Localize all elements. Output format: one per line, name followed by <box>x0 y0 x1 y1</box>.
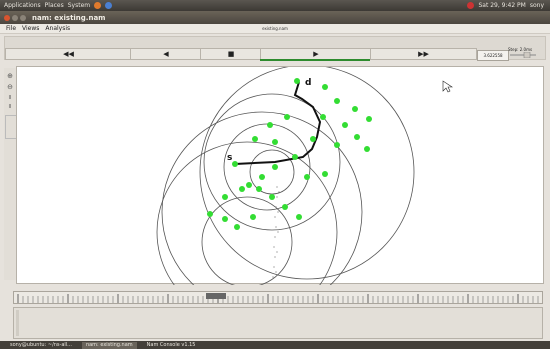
simulation-time: 3.622558 <box>477 50 509 61</box>
node <box>342 122 348 128</box>
node <box>269 194 275 200</box>
node <box>334 142 340 148</box>
node <box>272 139 278 145</box>
minimize-icon[interactable] <box>12 14 18 21</box>
task-terminal[interactable]: sony@ubuntu: ~/ns-all... <box>6 342 76 349</box>
node <box>256 186 262 192</box>
network-icon[interactable] <box>456 2 463 9</box>
task-nam-console[interactable]: Nam Console v1.15 <box>143 342 200 349</box>
task-nam-window[interactable]: nam: existing.nam <box>81 341 137 349</box>
node <box>252 136 258 142</box>
zoom-in-icon[interactable]: ⊕ <box>5 72 15 81</box>
step-control[interactable]: Step: 2.0ms <box>508 47 538 60</box>
range-circle <box>199 64 415 280</box>
zoom-out-icon[interactable]: ⊖ <box>5 83 15 92</box>
timeline-ticks <box>17 294 539 303</box>
node <box>354 134 360 140</box>
network-topology: s d <box>156 64 453 323</box>
applications-menu[interactable]: Applications <box>4 2 41 9</box>
node <box>294 78 300 84</box>
window-title: nam: existing.nam <box>32 13 106 22</box>
step-slider[interactable] <box>508 51 538 59</box>
node <box>272 164 278 170</box>
node <box>246 182 252 188</box>
node <box>352 106 358 112</box>
destination-label: d <box>305 78 311 88</box>
annotation-panel[interactable] <box>13 307 543 339</box>
step-back-button[interactable]: ◀ <box>130 48 202 60</box>
node <box>222 216 228 222</box>
maximize-icon[interactable] <box>20 14 26 21</box>
node <box>284 114 290 120</box>
node <box>320 114 326 120</box>
stop-button[interactable]: ■ <box>200 48 262 60</box>
range-circle <box>201 196 293 288</box>
fast-forward-button[interactable]: ▶▶ <box>370 48 477 60</box>
top-panel: Applications Places System Sat 29, 9:42 … <box>0 0 550 11</box>
menu-bar: File Views Analysis existing.nam <box>0 24 550 34</box>
source-label: s <box>227 153 232 163</box>
node <box>296 214 302 220</box>
node <box>267 122 273 128</box>
places-menu[interactable]: Places <box>45 2 64 9</box>
node <box>282 204 288 210</box>
node <box>322 171 328 177</box>
node <box>310 136 316 142</box>
panel-user[interactable]: sony <box>530 2 544 9</box>
network-animation-canvas[interactable]: s d <box>16 64 544 323</box>
zoom-tools: ⊕ ⊖ II II <box>4 68 17 280</box>
rewind-button[interactable]: ◀◀ <box>5 48 132 60</box>
help-icon[interactable] <box>105 2 113 9</box>
panel-clock[interactable]: Sat 29, 9:42 PM <box>478 2 525 9</box>
node <box>259 174 265 180</box>
trace-file-title: existing.nam <box>262 26 288 31</box>
range-circle <box>223 123 311 211</box>
node <box>234 224 240 230</box>
system-menu[interactable]: System <box>68 2 90 9</box>
time-slider-thumb[interactable] <box>206 293 226 299</box>
transmission-ranges <box>156 64 415 323</box>
node-source <box>232 161 238 167</box>
play-indicator <box>260 59 370 61</box>
node <box>250 214 256 220</box>
node <box>334 98 340 104</box>
range-circle <box>161 111 363 313</box>
node <box>207 211 213 217</box>
timeline-ruler[interactable] <box>13 291 543 304</box>
bottom-taskbar: sony@ubuntu: ~/ns-all... nam: existing.n… <box>0 341 550 349</box>
mouse-cursor-icon <box>442 80 453 93</box>
firefox-icon[interactable] <box>94 2 102 9</box>
node <box>322 84 328 90</box>
node <box>292 154 298 160</box>
node <box>364 146 370 152</box>
tool-handle-icon[interactable]: II <box>5 95 15 104</box>
node <box>304 174 310 180</box>
node <box>239 186 245 192</box>
panel-scrollbar[interactable] <box>16 310 19 336</box>
power-icon[interactable] <box>467 2 475 9</box>
packet-trace <box>272 186 280 278</box>
node <box>222 194 228 200</box>
window-title-bar[interactable]: nam: existing.nam <box>0 11 550 24</box>
node <box>366 116 372 122</box>
playback-toolbar: ◀◀ ◀ ■ ▶ ▶▶ <box>4 36 546 61</box>
tool-handle-icon[interactable]: II <box>5 104 15 113</box>
close-icon[interactable] <box>4 14 10 21</box>
